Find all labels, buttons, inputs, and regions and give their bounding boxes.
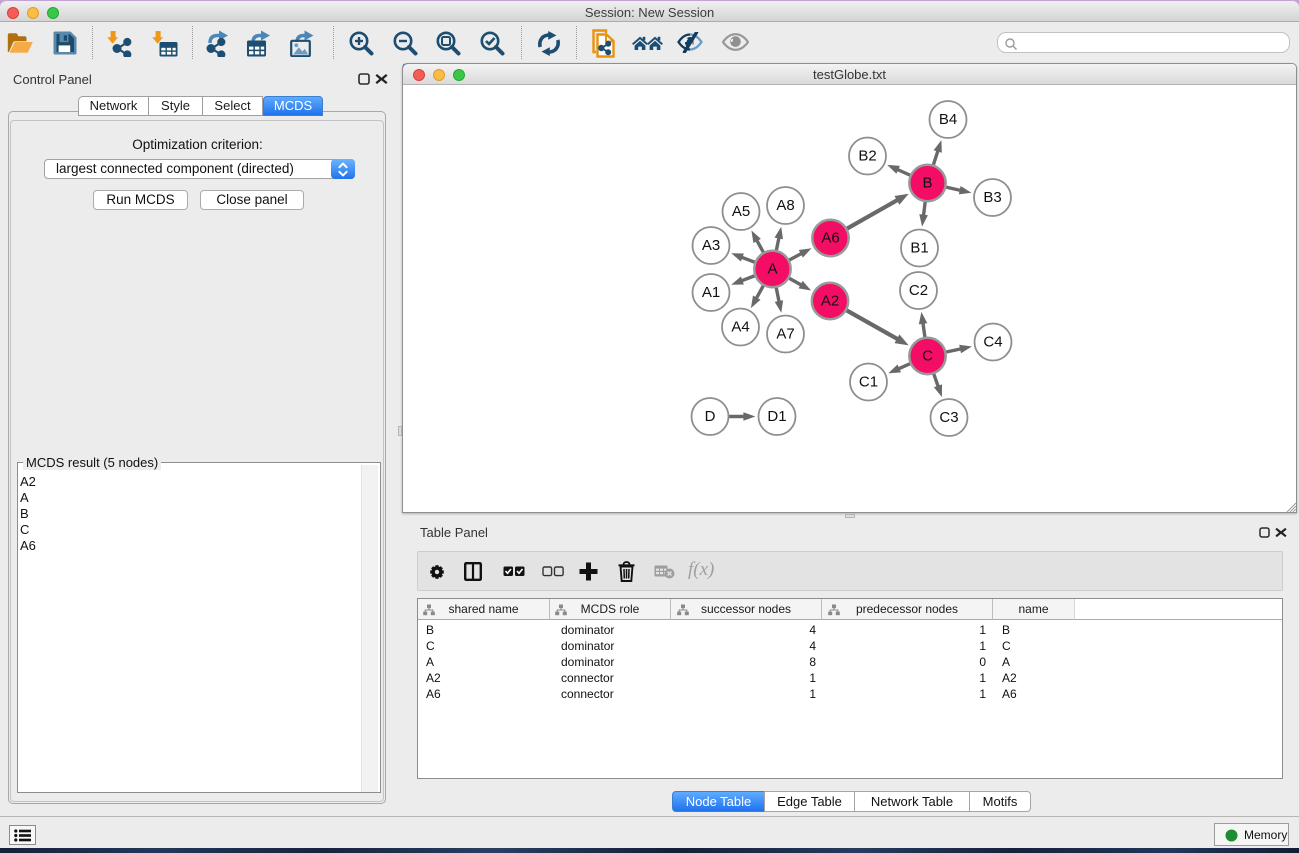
svg-text:B: B (922, 175, 932, 192)
svg-text:A3: A3 (701, 237, 719, 254)
svg-text:B4: B4 (938, 111, 956, 128)
svg-text:A2: A2 (820, 293, 838, 310)
svg-text:A8: A8 (776, 197, 794, 214)
svg-text:D: D (704, 408, 715, 425)
svg-text:A: A (767, 261, 777, 278)
svg-text:A6: A6 (821, 230, 839, 247)
svg-text:B3: B3 (983, 189, 1001, 206)
svg-text:A5: A5 (731, 203, 749, 220)
svg-text:D1: D1 (767, 408, 786, 425)
svg-text:A4: A4 (731, 319, 749, 336)
svg-text:B2: B2 (858, 148, 876, 165)
svg-text:B1: B1 (910, 240, 928, 257)
svg-text:A7: A7 (776, 326, 794, 343)
svg-text:C3: C3 (939, 409, 958, 426)
svg-text:C: C (922, 348, 933, 365)
svg-text:C4: C4 (983, 334, 1002, 351)
svg-text:A1: A1 (701, 284, 719, 301)
svg-text:C1: C1 (858, 374, 877, 391)
svg-text:C2: C2 (908, 282, 927, 299)
